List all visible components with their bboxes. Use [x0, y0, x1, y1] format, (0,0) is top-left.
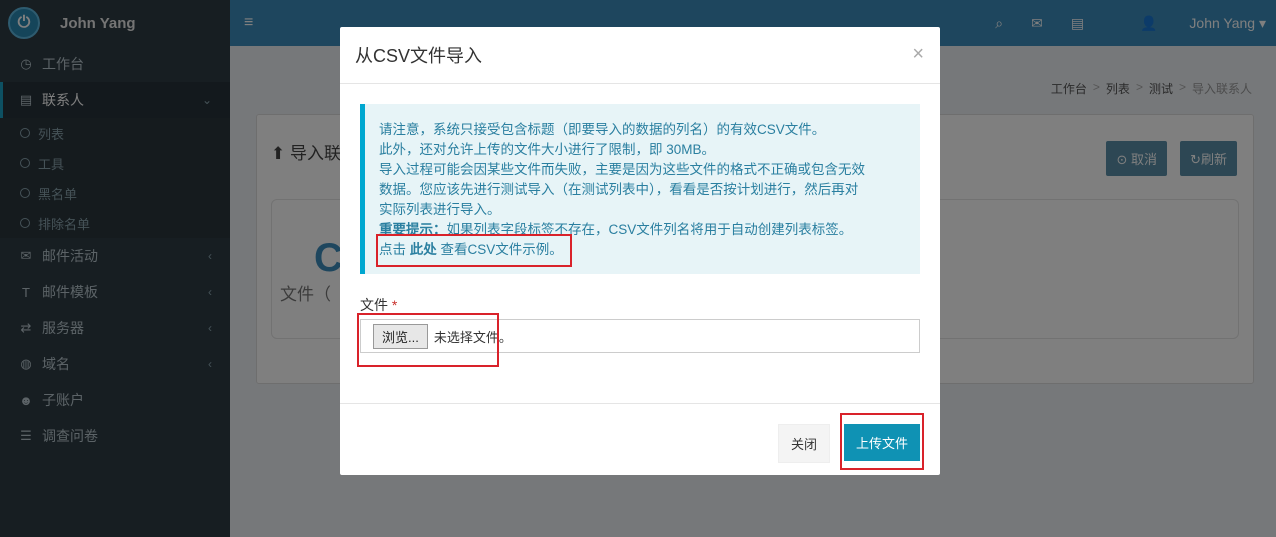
- modal-title: 从CSV文件导入: [355, 46, 483, 66]
- file-field-label: 文件 *: [360, 297, 398, 313]
- modal-header: 从CSV文件导入: [340, 27, 940, 84]
- highlight-browse: [357, 313, 499, 367]
- close-icon[interactable]: ×: [912, 43, 924, 66]
- highlight-upload: [840, 413, 924, 470]
- close-button[interactable]: 关闭: [777, 424, 830, 463]
- highlight-link: [376, 234, 572, 267]
